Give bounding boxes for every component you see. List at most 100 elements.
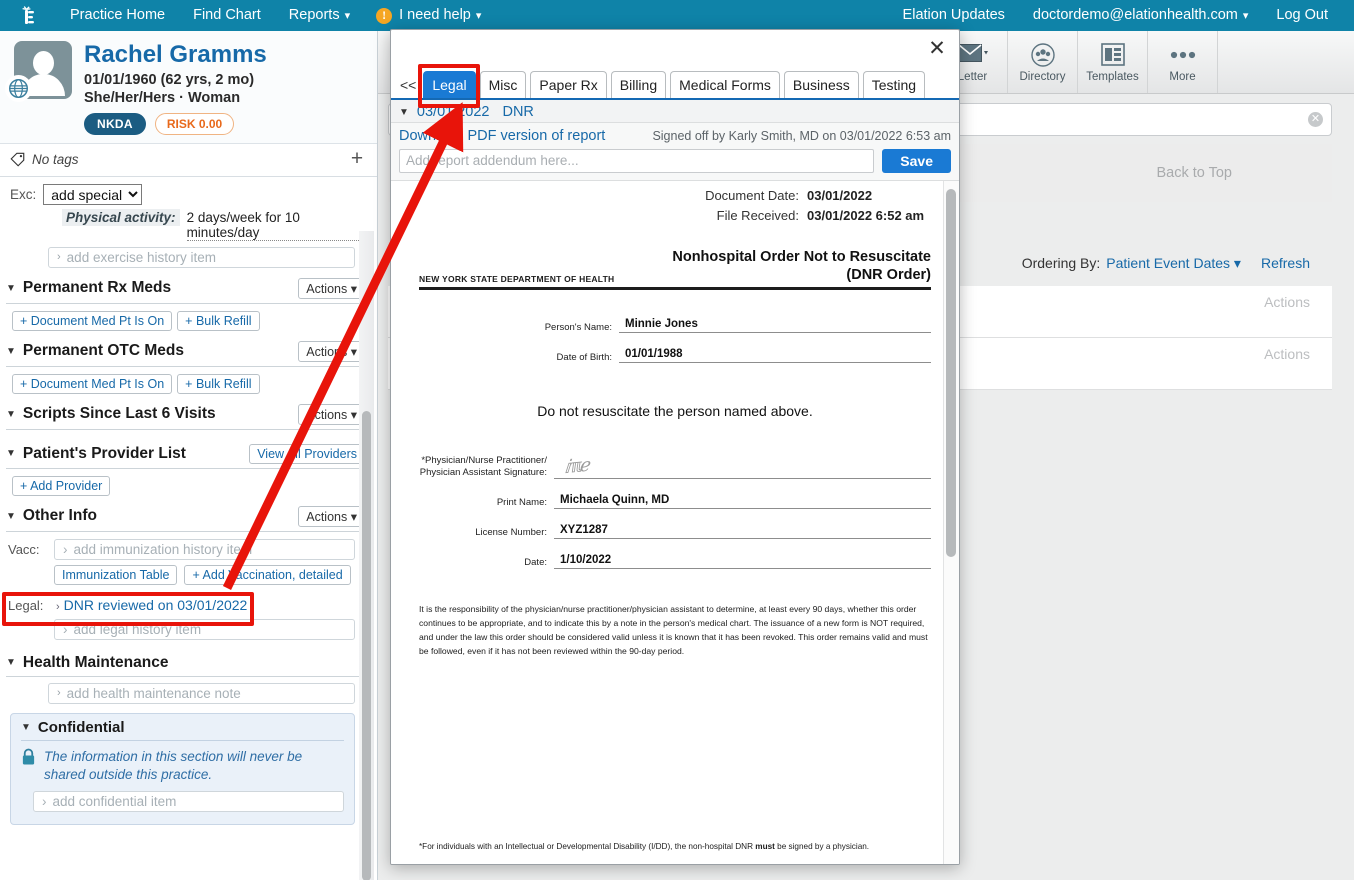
tab-business[interactable]: Business [784, 71, 859, 98]
immunization-table-button[interactable]: Immunization Table [54, 565, 177, 585]
nav-elation-updates[interactable]: Elation Updates [889, 0, 1019, 31]
collapse-caret-icon[interactable]: ▼ [6, 346, 16, 357]
section-actions-button[interactable]: Actions ▾ [298, 341, 365, 362]
ordering-label: Ordering By: [1022, 255, 1101, 271]
sig-label-line-1: *Physician/Nurse Practitioner/ [419, 455, 547, 467]
refresh-link[interactable]: Refresh [1261, 255, 1310, 271]
download-pdf-link[interactable]: Download PDF version of report [399, 128, 605, 144]
view-all-providers-button[interactable]: View All Providers [249, 444, 365, 464]
ordering-value-dropdown[interactable]: Patient Event Dates ▾ [1106, 255, 1241, 272]
tab-paper-rx[interactable]: Paper Rx [530, 71, 606, 98]
section-patients-provider-list[interactable]: ▼ Patient's Provider List View All Provi… [6, 444, 365, 469]
collapse-caret-icon[interactable]: ▼ [6, 448, 16, 459]
patient-name[interactable]: Rachel Gramms [84, 42, 377, 69]
toolbar-directory-button[interactable]: Directory [1008, 31, 1078, 93]
document-name[interactable]: DNR [502, 104, 533, 120]
add-exercise-history-input[interactable]: › add exercise history item [48, 247, 355, 268]
toolbar-templates-button[interactable]: Templates [1078, 31, 1148, 93]
patient-avatar[interactable] [14, 41, 72, 99]
field-value: 01/01/1988 [625, 348, 683, 360]
document-med-pt-is-on-button[interactable]: + Document Med Pt Is On [12, 311, 172, 331]
sidebar-scroll-thumb[interactable] [362, 411, 371, 880]
close-icon[interactable]: ✕ [926, 39, 948, 61]
document-header-row[interactable]: ▼ 03/01/2022 DNR [391, 100, 959, 122]
modal-scroll-track[interactable] [943, 181, 959, 865]
legal-label: Legal: [8, 595, 48, 613]
nav-log-out[interactable]: Log Out [1262, 0, 1342, 31]
add-confidential-input[interactable]: › add confidential item [33, 791, 344, 812]
bulk-refill-button[interactable]: + Bulk Refill [177, 374, 259, 394]
section-actions-button[interactable]: Actions ▾ [298, 506, 365, 527]
add-provider-button[interactable]: + Add Provider [12, 476, 110, 496]
elation-logo-icon [16, 4, 40, 28]
back-to-top-label[interactable]: Back to Top [1156, 165, 1232, 181]
collapse-caret-icon[interactable]: ▼ [6, 657, 16, 668]
help-label: I need help [399, 0, 481, 32]
vacc-buttons: Immunization Table + Add Vaccination, de… [54, 565, 355, 585]
toolbar-more-button[interactable]: More [1148, 31, 1218, 93]
legal-body: ›DNR reviewed on 03/01/2022 › add legal … [54, 595, 355, 640]
collapse-caret-icon[interactable]: ▼ [6, 283, 16, 294]
tab-testing[interactable]: Testing [863, 71, 925, 98]
physical-activity-row: Physical activity: 2 days/week for 10 mi… [0, 205, 377, 241]
nav-i-need-help[interactable]: ! I need help [364, 0, 493, 32]
document-date[interactable]: 03/01/2022 [417, 104, 490, 120]
field-line: 1/10/2022 [554, 552, 931, 569]
chevron-right-icon: › [57, 687, 61, 699]
dnr-person-fields: Person's Name: Minnie Jones Date of Birt… [419, 316, 931, 363]
footnote-part-c: be signed by a physician. [775, 842, 869, 851]
add-vaccination-detailed-button[interactable]: + Add Vaccination, detailed [184, 565, 350, 585]
section-actions-button[interactable]: Actions ▾ [298, 278, 365, 299]
patient-identity: Rachel Gramms 01/01/1960 (62 yrs, 2 mo) … [84, 41, 377, 135]
tab-misc[interactable]: Misc [480, 71, 527, 98]
tab-medical-forms[interactable]: Medical Forms [670, 71, 780, 98]
section-permanent-otc-meds[interactable]: ▼ Permanent OTC Meds Actions ▾ [6, 341, 365, 367]
elation-logo[interactable] [0, 0, 56, 31]
patient-gender: She/Her/Hers · Woman [84, 90, 377, 106]
event-row-2-actions[interactable]: Actions [1264, 346, 1310, 362]
section-actions-button[interactable]: Actions ▾ [298, 404, 365, 425]
allergy-badge[interactable]: NKDA [84, 113, 146, 135]
addendum-input[interactable]: Add report addendum here... [399, 149, 874, 173]
dnr-field-signature: *Physician/Nurse Practitioner/ Physician… [419, 455, 931, 479]
dnr-field-date: Date: 1/10/2022 [419, 552, 931, 569]
risk-badge[interactable]: RISK 0.00 [155, 113, 234, 135]
collapse-caret-icon[interactable]: ▼ [21, 722, 31, 733]
tab-previous[interactable]: << [397, 72, 419, 98]
modal-scroll-thumb[interactable] [946, 189, 956, 557]
chevron-right-icon: › [63, 622, 68, 637]
add-special-select[interactable]: add special [43, 184, 142, 205]
tab-billing[interactable]: Billing [611, 71, 666, 98]
toolbar-directory-label: Directory [1019, 71, 1065, 83]
document-category-tabs: << Legal Misc Paper Rx Billing Medical F… [391, 70, 959, 100]
collapse-caret-icon[interactable]: ▼ [399, 107, 409, 118]
add-legal-history-input[interactable]: › add legal history item [54, 619, 355, 640]
section-other-info[interactable]: ▼ Other Info Actions ▾ [6, 506, 365, 532]
nav-find-chart[interactable]: Find Chart [179, 0, 275, 31]
chevron-right-icon: › [56, 601, 60, 613]
vacc-body: › add immunization history item Immuniza… [54, 539, 355, 585]
add-immunization-history-input[interactable]: › add immunization history item [54, 539, 355, 560]
nav-reports[interactable]: Reports [275, 0, 364, 32]
addendum-input-row: Add report addendum here... Save [399, 149, 951, 173]
search-clear-icon[interactable]: ✕ [1308, 112, 1323, 127]
bulk-refill-button[interactable]: + Bulk Refill [177, 311, 259, 331]
add-tag-button[interactable]: + [347, 150, 367, 170]
physical-activity-value[interactable]: 2 days/week for 10 minutes/day [187, 210, 365, 241]
document-med-pt-is-on-button[interactable]: + Document Med Pt Is On [12, 374, 172, 394]
save-button[interactable]: Save [882, 149, 951, 173]
add-health-maintenance-input[interactable]: › add health maintenance note [48, 683, 355, 704]
section-health-maintenance[interactable]: ▼ Health Maintenance [6, 654, 365, 677]
nav-account-menu[interactable]: doctordemo@elationhealth.com [1019, 0, 1262, 32]
confidential-header[interactable]: ▼ Confidential [21, 719, 344, 741]
collapse-caret-icon[interactable]: ▼ [6, 511, 16, 522]
collapse-caret-icon[interactable]: ▼ [6, 409, 16, 420]
tab-legal[interactable]: Legal [423, 71, 475, 98]
legal-dnr-entry[interactable]: ›DNR reviewed on 03/01/2022 [54, 595, 355, 615]
section-scripts-since-last-6-visits[interactable]: ▼ Scripts Since Last 6 Visits Actions ▾ [6, 404, 365, 430]
dnr-header-rule [419, 287, 931, 290]
section-permanent-rx-meds[interactable]: ▼ Permanent Rx Meds Actions ▾ [6, 278, 365, 304]
event-row-1-actions[interactable]: Actions [1264, 294, 1310, 310]
nav-practice-home[interactable]: Practice Home [56, 0, 179, 31]
scanned-dnr-document: NEW YORK STATE DEPARTMENT OF HEALTH Nonh… [419, 249, 931, 659]
